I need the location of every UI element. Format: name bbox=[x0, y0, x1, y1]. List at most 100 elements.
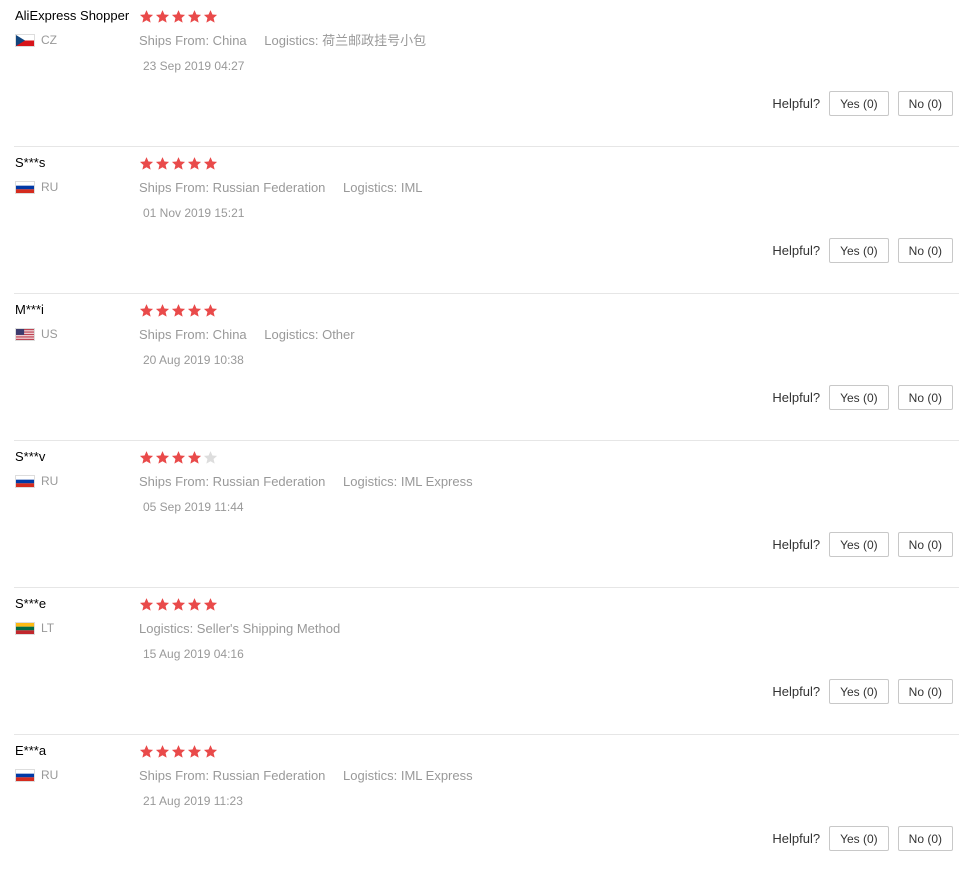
reviewer-info: E***a RU bbox=[15, 743, 140, 782]
feedback-list: AliExpress Shopper CZ Ships From: China … bbox=[0, 0, 974, 881]
star-rating bbox=[139, 8, 919, 24]
vote-no-button[interactable]: No (0) bbox=[897, 826, 953, 851]
star-filled-icon bbox=[171, 156, 186, 170]
star-filled-icon bbox=[139, 744, 154, 758]
helpful-label: Helpful? bbox=[772, 831, 821, 846]
helpful-vote: Helpful? Yes (0) No (0) bbox=[772, 826, 953, 851]
helpful-vote: Helpful? Yes (0) No (0) bbox=[772, 679, 953, 704]
ships-from: Ships From: China bbox=[139, 33, 247, 48]
review-item: AliExpress Shopper CZ Ships From: China … bbox=[14, 0, 959, 147]
helpful-label: Helpful? bbox=[772, 243, 821, 258]
review-date: 01 Nov 2019 15:21 bbox=[143, 206, 245, 220]
review-date: 23 Sep 2019 04:27 bbox=[143, 59, 245, 73]
vote-no-button[interactable]: No (0) bbox=[897, 385, 953, 410]
country-flag-icon bbox=[15, 621, 35, 635]
order-info: Ships From: China Logistics: 荷兰邮政挂号小包 bbox=[139, 33, 919, 49]
country-flag-icon bbox=[15, 327, 35, 341]
reviewer-country: RU bbox=[15, 768, 140, 782]
star-filled-icon bbox=[155, 156, 170, 170]
review-date: 20 Aug 2019 10:38 bbox=[143, 353, 244, 367]
reviewer-country: RU bbox=[15, 180, 140, 194]
review-date: 21 Aug 2019 11:23 bbox=[143, 794, 243, 808]
reviewer-name: AliExpress Shopper bbox=[15, 8, 130, 23]
star-filled-icon bbox=[155, 744, 170, 758]
review-content: Ships From: China Logistics: Other 20 Au… bbox=[139, 302, 919, 368]
star-filled-icon bbox=[187, 597, 202, 611]
star-filled-icon bbox=[155, 9, 170, 23]
helpful-vote: Helpful? Yes (0) No (0) bbox=[772, 385, 953, 410]
vote-yes-button[interactable]: Yes (0) bbox=[829, 91, 889, 116]
star-filled-icon bbox=[187, 9, 202, 23]
star-filled-icon bbox=[139, 303, 154, 317]
vote-no-button[interactable]: No (0) bbox=[897, 532, 953, 557]
logistics: Logistics: Seller's Shipping Method bbox=[139, 621, 341, 636]
country-flag-icon bbox=[15, 33, 35, 47]
star-filled-icon bbox=[155, 450, 170, 464]
review-item: E***a RU Ships From: Russian Federation … bbox=[14, 735, 959, 881]
review-date: 05 Sep 2019 11:44 bbox=[143, 500, 244, 514]
vote-no-button[interactable]: No (0) bbox=[897, 91, 953, 116]
star-filled-icon bbox=[139, 450, 154, 464]
reviewer-country: LT bbox=[15, 621, 140, 635]
reviewer-name: E***a bbox=[15, 743, 47, 758]
review-date: 15 Aug 2019 04:16 bbox=[143, 647, 244, 661]
review-item: S***e LT Logistics: Seller's Shipping Me… bbox=[14, 588, 959, 735]
reviewer-info: S***s RU bbox=[15, 155, 140, 194]
country-code: RU bbox=[41, 474, 59, 488]
country-code: RU bbox=[41, 768, 59, 782]
ships-from: Ships From: Russian Federation bbox=[139, 180, 326, 195]
reviewer-country: US bbox=[15, 327, 140, 341]
reviewer-info: AliExpress Shopper CZ bbox=[15, 8, 140, 47]
reviewer-country: CZ bbox=[15, 33, 140, 47]
vote-yes-button[interactable]: Yes (0) bbox=[829, 826, 889, 851]
star-filled-icon bbox=[171, 450, 186, 464]
vote-no-button[interactable]: No (0) bbox=[897, 679, 953, 704]
ships-from: Ships From: Russian Federation bbox=[139, 768, 326, 783]
review-content: Ships From: Russian Federation Logistics… bbox=[139, 449, 919, 515]
star-filled-icon bbox=[203, 597, 218, 611]
star-filled-icon bbox=[155, 597, 170, 611]
helpful-vote: Helpful? Yes (0) No (0) bbox=[772, 91, 953, 116]
star-filled-icon bbox=[171, 744, 186, 758]
star-filled-icon bbox=[203, 744, 218, 758]
star-filled-icon bbox=[171, 597, 186, 611]
star-filled-icon bbox=[203, 303, 218, 317]
star-rating bbox=[139, 596, 919, 612]
star-rating bbox=[139, 743, 919, 759]
order-info: Logistics: Seller's Shipping Method bbox=[139, 621, 919, 637]
vote-no-button[interactable]: No (0) bbox=[897, 238, 953, 263]
vote-yes-button[interactable]: Yes (0) bbox=[829, 385, 889, 410]
vote-yes-button[interactable]: Yes (0) bbox=[829, 679, 889, 704]
helpful-label: Helpful? bbox=[772, 390, 821, 405]
ships-from: Ships From: China bbox=[139, 327, 247, 342]
reviewer-info: M***i US bbox=[15, 302, 140, 341]
review-content: Ships From: Russian Federation Logistics… bbox=[139, 743, 919, 809]
vote-yes-button[interactable]: Yes (0) bbox=[829, 532, 889, 557]
star-filled-icon bbox=[171, 9, 186, 23]
country-flag-icon bbox=[15, 474, 35, 488]
order-info: Ships From: Russian Federation Logistics… bbox=[139, 180, 919, 196]
order-info: Ships From: Russian Federation Logistics… bbox=[139, 474, 919, 490]
star-rating bbox=[139, 302, 919, 318]
star-filled-icon bbox=[203, 156, 218, 170]
country-code: RU bbox=[41, 180, 59, 194]
country-flag-icon bbox=[15, 768, 35, 782]
star-filled-icon bbox=[187, 156, 202, 170]
country-code: CZ bbox=[41, 33, 57, 47]
reviewer-name: S***s bbox=[15, 155, 46, 170]
reviewer-name: S***v bbox=[15, 449, 46, 464]
star-rating bbox=[139, 449, 919, 465]
vote-yes-button[interactable]: Yes (0) bbox=[829, 238, 889, 263]
logistics: Logistics: IML Express bbox=[343, 474, 473, 489]
order-info: Ships From: China Logistics: Other bbox=[139, 327, 919, 343]
review-item: S***v RU Ships From: Russian Federation … bbox=[14, 441, 959, 588]
star-empty-icon bbox=[203, 450, 218, 464]
star-filled-icon bbox=[187, 303, 202, 317]
helpful-vote: Helpful? Yes (0) No (0) bbox=[772, 238, 953, 263]
reviewer-info: S***e LT bbox=[15, 596, 140, 635]
review-content: Ships From: China Logistics: 荷兰邮政挂号小包 23… bbox=[139, 8, 919, 74]
star-filled-icon bbox=[139, 597, 154, 611]
reviewer-country: RU bbox=[15, 474, 140, 488]
country-flag-icon bbox=[15, 180, 35, 194]
review-content: Ships From: Russian Federation Logistics… bbox=[139, 155, 919, 221]
